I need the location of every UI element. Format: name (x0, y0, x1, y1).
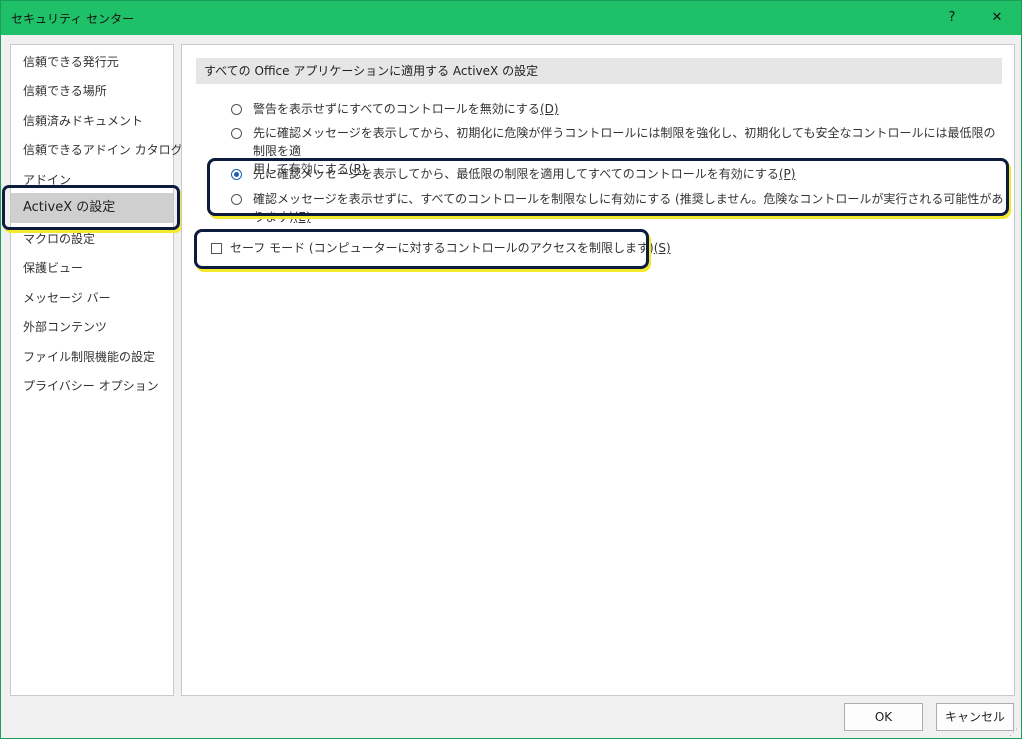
settings-panel: すべての Office アプリケーションに適用する ActiveX の設定 警告… (181, 44, 1015, 696)
sidebar-item-activex-settings[interactable]: ActiveX の設定 (11, 193, 173, 223)
sidebar-item-addins[interactable]: アドイン (11, 166, 173, 195)
title-bar: セキュリティ センター ? ✕ (1, 1, 1021, 35)
sidebar-item-message-bar[interactable]: メッセージ バー (11, 284, 173, 313)
close-button[interactable]: ✕ (986, 7, 1008, 29)
ok-button[interactable]: OK (844, 703, 923, 731)
sidebar-item-protected-view[interactable]: 保護ビュー (11, 254, 173, 283)
resize-grip-icon[interactable]: ⋰ (1009, 728, 1018, 738)
sidebar-item-trusted-documents[interactable]: 信頼済みドキュメント (11, 107, 173, 136)
cancel-button[interactable]: キャンセル (936, 703, 1014, 731)
safe-mode-label[interactable]: セーフ モード (コンピューターに対するコントロールのアクセスを制限します)(S… (230, 239, 671, 257)
sidebar-item-trusted-locations[interactable]: 信頼できる場所 (11, 77, 173, 106)
sidebar-item-external-content[interactable]: 外部コンテンツ (11, 313, 173, 342)
radio-disable-all[interactable] (231, 104, 242, 115)
sidebar-item-trusted-addin-catalogs[interactable]: 信頼できるアドイン カタログ (11, 136, 183, 165)
option-disable-all-label[interactable]: 警告を表示せずにすべてのコントロールを無効にする(D) (253, 100, 559, 118)
radio-prompt-restrictions[interactable] (231, 128, 242, 139)
option-enable-all-label[interactable]: 確認メッセージを表示せずに、すべてのコントロールを制限なしに有効にする (推奨し… (253, 190, 1014, 226)
sidebar-item-file-block-settings[interactable]: ファイル制限機能の設定 (11, 343, 173, 372)
radio-enable-all[interactable] (231, 194, 242, 205)
option-prompt-minimal-label[interactable]: 先に確認メッセージを表示してから、最低限の制限を適用してすべてのコントロールを有… (253, 165, 795, 183)
radio-prompt-minimal[interactable] (231, 169, 242, 180)
sidebar-item-privacy-options[interactable]: プライバシー オプション (11, 372, 173, 401)
safe-mode-checkbox[interactable] (211, 243, 222, 254)
trust-center-dialog: セキュリティ センター ? ✕ 信頼できる発行元 信頼できる場所 信頼済みドキュ… (0, 0, 1022, 739)
window-title: セキュリティ センター (11, 12, 135, 26)
section-title: すべての Office アプリケーションに適用する ActiveX の設定 (196, 58, 1002, 84)
category-sidebar: 信頼できる発行元 信頼できる場所 信頼済みドキュメント 信頼できるアドイン カタ… (10, 44, 183, 696)
help-button[interactable]: ? (941, 7, 963, 29)
sidebar-item-macro-settings[interactable]: マクロの設定 (11, 225, 173, 254)
sidebar-item-trusted-publishers[interactable]: 信頼できる発行元 (11, 48, 173, 77)
